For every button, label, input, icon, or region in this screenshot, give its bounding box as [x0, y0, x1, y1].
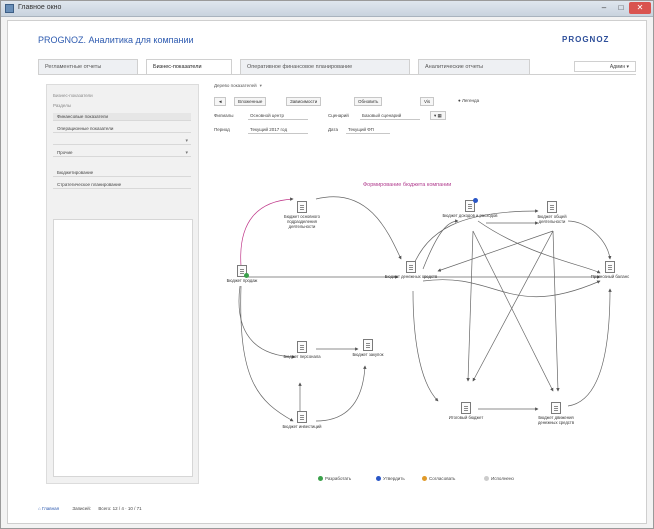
maximize-button[interactable]: □: [613, 2, 629, 14]
records-stats: Всего: 12 / 4 · 10 / 71: [98, 506, 142, 511]
sidebar-item-strategic[interactable]: Стратегическое планирование: [53, 181, 191, 189]
home-link[interactable]: ⌂ Главная: [38, 506, 65, 511]
chevron-down-icon: ▾: [185, 138, 188, 144]
diagram-node-label: Бюджет общей деятельности: [537, 214, 567, 224]
legend-label: Согласовать: [429, 476, 456, 481]
home-label: Главная: [41, 506, 60, 511]
document-icon: [297, 411, 307, 423]
minimize-button[interactable]: –: [595, 2, 613, 14]
close-button[interactable]: ✕: [629, 2, 651, 14]
user-menu[interactable]: Админ ▾: [574, 61, 636, 72]
diagram-node[interactable]: Бюджет движения денежных средств: [528, 402, 584, 425]
diagram-node[interactable]: Бюджет основного подразделения деятельно…: [274, 201, 330, 229]
tab-business-indicators[interactable]: Бизнес-показатели: [146, 59, 232, 75]
sidebar-item-label: Стратегическое планирование: [57, 182, 122, 187]
legend-item: Согласовать: [422, 476, 455, 481]
app-content: PROGNOZ. Аналитика для компании PROGNOZ …: [7, 20, 647, 524]
diagram-node[interactable]: Итоговый бюджет: [438, 402, 494, 420]
diagram-node-label: Прогнозный баланс: [590, 274, 630, 279]
chevron-down-icon: ▾: [185, 150, 188, 156]
sidebar-item-operational[interactable]: Операционные показатели: [53, 125, 191, 133]
tab-divider: [38, 74, 636, 75]
diagram-node-label: Бюджет денежных средств: [384, 274, 438, 279]
sidebar-item-budgeting[interactable]: Бюджетирование: [53, 169, 191, 177]
document-icon: [605, 261, 615, 273]
sidebar-group-title: Бизнес-показатели: [53, 93, 93, 98]
sidebar-item-label: Операционные показатели: [57, 126, 114, 131]
status-dot-icon: [484, 476, 489, 481]
app-window: Главное окно – □ ✕ PROGNOZ. Аналитика дл…: [0, 0, 654, 529]
status-dot-icon: [422, 476, 427, 481]
app-icon: [5, 4, 14, 13]
diagram-node-label: Бюджет движения денежных средств: [537, 415, 575, 425]
diagram-node-label: Бюджет персонала: [283, 354, 321, 359]
status-bar: ⌂ Главная Записей: Всего: 12 / 4 · 10 / …: [38, 506, 148, 511]
sidebar-item-financial[interactable]: Финансовые показатели: [53, 113, 191, 121]
legend-item: Утвердить: [376, 476, 405, 481]
diagram-node[interactable]: Прогнозный баланс: [582, 261, 638, 279]
status-dot-icon: [376, 476, 381, 481]
sidebar-item-label: Бюджетирование: [57, 170, 94, 175]
legend-label: Исполнено: [491, 476, 514, 481]
legend-label: Разработать: [325, 476, 352, 481]
document-icon: [461, 402, 471, 414]
diagram-node[interactable]: Бюджет продаж: [214, 265, 270, 283]
logo: PROGNOZ: [562, 35, 610, 44]
tab-financial-planning[interactable]: Оперативное финансовое планирование: [240, 59, 410, 74]
document-icon: [551, 402, 561, 414]
document-icon: [406, 261, 416, 273]
legend-item: Разработать: [318, 476, 351, 481]
diagram-node[interactable]: Бюджет инвестиций: [274, 411, 330, 429]
sidebar-item-collapsed[interactable]: ▾: [53, 137, 191, 145]
document-icon: [297, 201, 307, 213]
diagram-node[interactable]: Бюджет закупок: [340, 339, 396, 357]
brand-title: PROGNOZ. Аналитика для компании: [38, 35, 194, 45]
diagram-node-label: Бюджет доходов и расходов: [442, 213, 498, 218]
diagram-node-label: Бюджет инвестиций: [282, 424, 322, 429]
document-icon: [363, 339, 373, 351]
sidebar-item-label: Финансовые показатели: [57, 114, 109, 119]
legend-item: Исполнено: [484, 476, 514, 481]
diagram-node[interactable]: Бюджет денежных средств: [383, 261, 439, 279]
diagram-node-label: Бюджет закупок: [352, 352, 384, 357]
legend-label: Утвердить: [383, 476, 405, 481]
document-icon: [465, 198, 478, 212]
diagram-node[interactable]: Бюджет общей деятельности: [524, 201, 580, 224]
sidebar-item-label: Прочие: [57, 150, 73, 155]
records-label: Записей:: [72, 506, 92, 511]
tab-reports[interactable]: Регламентные отчеты: [38, 59, 138, 74]
diagram-node[interactable]: Бюджет доходов и расходов: [442, 198, 498, 218]
main-area: Дерево показателей ▾ ◄ Вложенные Зависимо…: [208, 81, 638, 511]
user-name: Админ: [609, 64, 626, 70]
sidebar-item-other[interactable]: Прочие ▾: [53, 149, 191, 157]
sidebar-panel: [53, 219, 193, 477]
document-icon: [297, 341, 307, 353]
sidebar-group-sections: Разделы: [53, 103, 72, 108]
document-icon: [237, 265, 249, 278]
window-title: Главное окно: [18, 4, 62, 11]
diagram-node-label: Бюджет продаж: [226, 278, 258, 283]
tab-analytic-reports[interactable]: Аналитические отчеты: [418, 59, 530, 74]
document-icon: [547, 201, 557, 213]
title-bar: Главное окно – □ ✕: [1, 1, 653, 17]
sidebar: Бизнес-показатели Разделы Финансовые пок…: [46, 84, 199, 484]
diagram-node-label: Бюджет основного подразделения деятельно…: [283, 214, 320, 229]
diagram-node[interactable]: Бюджет персонала: [274, 341, 330, 359]
diagram-node-label: Итоговый бюджет: [448, 415, 484, 420]
status-dot-icon: [318, 476, 323, 481]
